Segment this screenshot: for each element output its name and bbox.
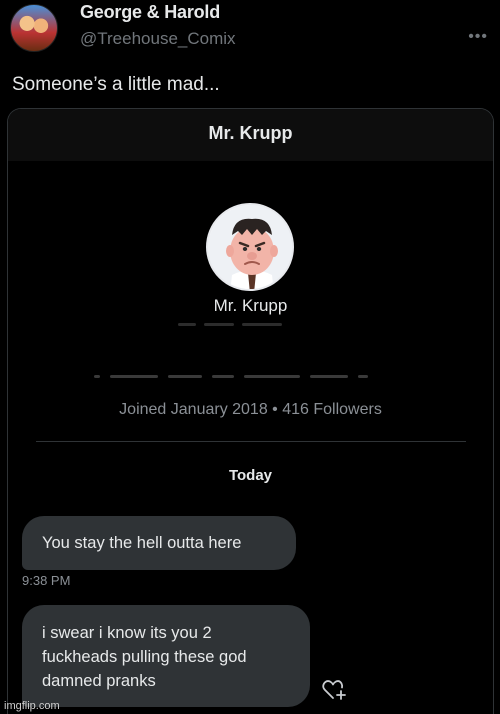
message-timestamp: 9:38 PM — [22, 573, 71, 588]
message-bubble[interactable]: You stay the hell outta here — [22, 516, 296, 570]
tweet-header: George & Harold @Treehouse_Comix ••• — [0, 0, 500, 60]
add-reaction-heart-icon[interactable] — [320, 675, 348, 703]
date-separator: Today — [228, 467, 273, 484]
obscured-handle — [178, 323, 318, 333]
dm-screenshot-card: Mr. Krupp Mr. Krupp Joined January 2018 … — [7, 108, 494, 714]
message-text-line: fuckheads pulling these god — [42, 648, 247, 666]
message-text: You stay the hell outta here — [42, 534, 242, 552]
message-text-line: i swear i know its you 2 — [42, 624, 212, 642]
obscured-bio — [94, 375, 414, 383]
profile-joined-info: Joined January 2018 • 416 Followers — [119, 401, 382, 418]
conversation-title: Mr. Krupp — [208, 123, 293, 143]
message-text-line: damned pranks — [42, 672, 156, 690]
tweet-text: Someone’s a little mad... — [12, 74, 220, 95]
author-avatar[interactable] — [10, 4, 58, 52]
krupp-face-icon — [208, 205, 292, 289]
more-horizontal-icon[interactable]: ••• — [468, 28, 488, 46]
profile-avatar — [206, 203, 294, 291]
author-handle[interactable]: @Treehouse_Comix — [80, 29, 236, 49]
watermark: imgflip.com — [4, 700, 60, 712]
author-name[interactable]: George & Harold — [80, 2, 220, 23]
message-bubble[interactable]: i swear i know its you 2 fuckheads pulli… — [22, 605, 310, 707]
divider — [36, 441, 466, 442]
profile-name: Mr. Krupp — [213, 296, 288, 315]
